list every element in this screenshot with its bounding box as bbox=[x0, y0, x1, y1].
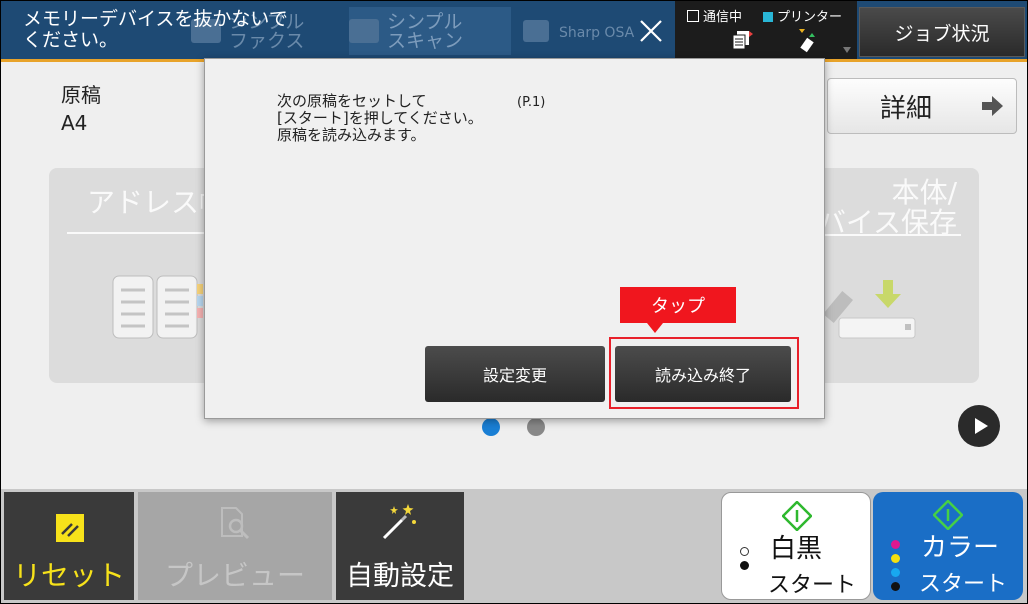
original-label: 原稿 bbox=[61, 83, 101, 107]
osa-icon bbox=[523, 20, 549, 42]
usb-device-icon bbox=[799, 29, 815, 53]
save-to-device-icon bbox=[825, 280, 916, 339]
magic-wand-icon bbox=[382, 504, 416, 540]
color-start-sub: スタート bbox=[919, 572, 1008, 597]
preview-label: プレビュー bbox=[164, 559, 305, 592]
auto-settings-label: 自動設定 bbox=[346, 561, 454, 592]
printer-status: プリンター bbox=[763, 6, 842, 25]
address-book-icon bbox=[112, 275, 203, 339]
next-page-button[interactable] bbox=[958, 405, 1000, 447]
close-icon[interactable] bbox=[637, 17, 665, 45]
auto-settings-button[interactable]: 自動設定 bbox=[336, 492, 464, 600]
start-diamond-icon bbox=[933, 500, 963, 530]
printer-label: プリンター bbox=[777, 10, 843, 25]
tap-callout: タップ bbox=[620, 287, 736, 323]
detail-label: 詳細 bbox=[880, 93, 933, 124]
change-settings-button[interactable]: 設定変更 bbox=[425, 346, 605, 402]
job-status-button[interactable]: ジョブ状況 bbox=[859, 7, 1025, 57]
start-diamond-icon bbox=[782, 501, 812, 531]
pager-dot-active[interactable] bbox=[482, 418, 500, 436]
scan-icon bbox=[349, 19, 379, 43]
reset-button[interactable]: リセット bbox=[4, 492, 134, 600]
preview-icon bbox=[221, 507, 250, 540]
chevron-down-icon bbox=[843, 47, 851, 53]
arrow-right-icon bbox=[982, 96, 1003, 116]
tab-simple-scan[interactable]: シンプル スキャン bbox=[349, 7, 511, 55]
scan-dialog: 次の原稿をセットして [スタート]を押してください。 原稿を読み込みます。 (P… bbox=[204, 58, 825, 419]
play-icon bbox=[975, 418, 988, 434]
pager-dot[interactable] bbox=[527, 418, 545, 436]
comm-status: 通信中 bbox=[687, 6, 742, 25]
tab-label: シンプル スキャン bbox=[387, 11, 464, 52]
bottom-bar: リセット プレビュー 自動設定 白黒 スタート カラー スタート bbox=[1, 489, 1027, 603]
highlight-box bbox=[609, 337, 799, 409]
detail-button[interactable]: 詳細 bbox=[827, 78, 1017, 134]
callout-pointer bbox=[647, 323, 663, 333]
bw-dots-icon bbox=[740, 547, 749, 575]
cmyk-dots-icon bbox=[891, 540, 900, 596]
bw-start-button[interactable]: 白黒 スタート bbox=[721, 492, 871, 600]
color-start-button[interactable]: カラー スタート bbox=[873, 492, 1023, 600]
checkbox-icon bbox=[687, 10, 699, 22]
bw-start-sub: スタート bbox=[768, 573, 857, 598]
page-indicator: (P.1) bbox=[517, 95, 546, 110]
preview-button[interactable]: プレビュー bbox=[138, 492, 332, 600]
tab-sharp-osa[interactable]: Sharp OSA bbox=[523, 7, 643, 55]
reset-label: リセット bbox=[12, 559, 125, 592]
printer-indicator-icon bbox=[763, 12, 773, 22]
system-message: メモリーデバイスを抜かないで ください。 bbox=[23, 8, 288, 51]
tab-label: Sharp OSA bbox=[559, 25, 635, 41]
screen: シンプル ファクス シンプル スキャン Sharp OSA メモリーデバイスを抜… bbox=[1, 1, 1027, 603]
original-size: A4 bbox=[61, 111, 88, 135]
bw-start-main: 白黒 bbox=[770, 534, 823, 564]
comm-label: 通信中 bbox=[703, 10, 743, 25]
reset-icon bbox=[56, 514, 84, 542]
dialog-message: 次の原稿をセットして [スタート]を押してください。 原稿を読み込みます。 bbox=[277, 92, 483, 144]
status-area: 通信中 プリンター bbox=[675, 1, 857, 59]
color-start-main: カラー bbox=[921, 533, 1000, 563]
top-bar: シンプル ファクス シンプル スキャン Sharp OSA メモリーデバイスを抜… bbox=[1, 1, 1027, 62]
documents-icon bbox=[732, 31, 753, 50]
